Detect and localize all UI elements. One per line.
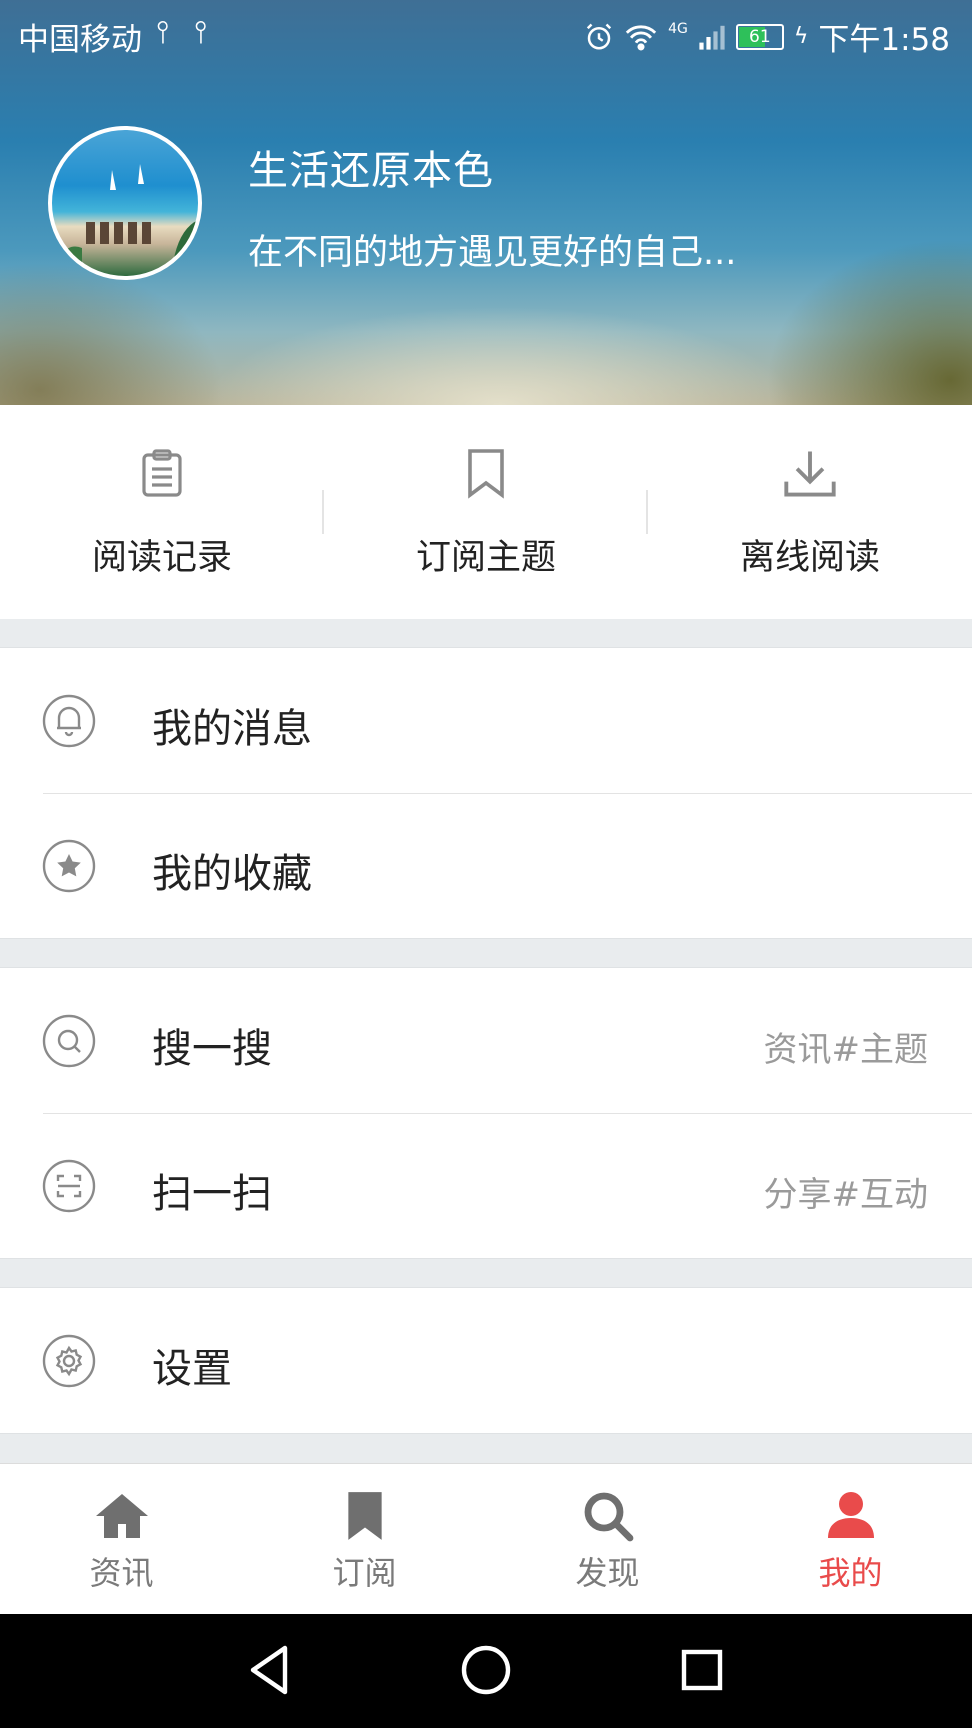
menu-item-settings[interactable]: 设置 — [0, 1288, 972, 1433]
profile-motto: 在不同的地方遇见更好的自己... — [248, 233, 737, 273]
quick-actions: 阅读记录 订阅主题 离线阅读 — [0, 405, 972, 619]
menu-item-search[interactable]: 搜一搜 资讯#主题 — [0, 968, 972, 1113]
battery-level: 61 — [749, 26, 771, 47]
menu-item-hint: 资讯#主题 — [763, 1030, 929, 1070]
system-nav-bar — [0, 1614, 972, 1728]
tab-subscribe[interactable]: 订阅 — [243, 1464, 486, 1615]
profile-name: 生活还原本色 — [248, 148, 494, 194]
menu-item-label: 设置 — [152, 1346, 232, 1392]
bell-icon — [42, 694, 96, 748]
avatar[interactable] — [48, 126, 202, 280]
menu-item-messages[interactable]: 我的消息 — [0, 648, 972, 793]
search-icon — [42, 1014, 96, 1068]
tab-label: 发现 — [575, 1554, 640, 1592]
tab-me[interactable]: 我的 — [729, 1464, 972, 1615]
person-icon — [827, 1492, 874, 1538]
menu-group-settings: 设置 — [0, 1287, 972, 1434]
battery-icon: 61 — [735, 23, 784, 50]
charging-icon: ϟ — [793, 24, 809, 49]
scan-icon — [42, 1159, 96, 1213]
status-bar: 中国移动 ⫯ ⫯ 4G 61 ϟ 下午1:58 — [0, 0, 972, 66]
menu-item-label: 我的收藏 — [152, 851, 312, 897]
download-icon — [784, 451, 836, 497]
divider — [646, 490, 648, 534]
quick-action-reading-history[interactable]: 阅读记录 — [0, 405, 324, 619]
divider — [322, 490, 324, 534]
menu-item-scan[interactable]: 扫一扫 分享#互动 — [0, 1113, 972, 1258]
carrier-label: 中国移动 — [18, 22, 142, 58]
home-circle-icon[interactable] — [460, 1642, 512, 1698]
network-type-label: 4G — [668, 20, 688, 37]
gear-icon — [42, 1334, 96, 1388]
menu-item-label: 搜一搜 — [152, 1026, 272, 1072]
tab-news[interactable]: 资讯 — [0, 1464, 243, 1615]
menu-group-personal: 我的消息 我的收藏 — [0, 647, 972, 939]
quick-action-offline-reading[interactable]: 离线阅读 — [648, 405, 972, 619]
quick-action-label: 离线阅读 — [739, 538, 880, 578]
quick-action-label: 订阅主题 — [415, 538, 556, 578]
search-icon — [584, 1492, 633, 1542]
menu-item-hint: 分享#互动 — [763, 1175, 929, 1215]
bookmark-outline-icon — [468, 449, 504, 499]
tab-label: 我的 — [818, 1554, 883, 1592]
tab-label: 资讯 — [89, 1554, 154, 1592]
menu-group-tools: 搜一搜 资讯#主题 扫一扫 分享#互动 — [0, 967, 972, 1259]
bookmark-icon — [347, 1492, 382, 1540]
tab-discover[interactable]: 发现 — [486, 1464, 729, 1615]
usb-icon: ⫯ — [156, 14, 170, 50]
bottom-tab-bar: 资讯 订阅 发现 我的 — [0, 1463, 972, 1615]
back-icon[interactable] — [245, 1642, 293, 1698]
recents-icon[interactable] — [680, 1642, 724, 1698]
home-icon — [95, 1494, 148, 1538]
signal-icon — [699, 25, 725, 50]
wifi-icon — [625, 24, 657, 50]
tab-label: 订阅 — [332, 1554, 397, 1592]
usb-icon: ⫯ — [194, 14, 208, 50]
quick-action-label: 阅读记录 — [91, 538, 232, 578]
star-icon — [42, 839, 96, 893]
menu-item-label: 我的消息 — [152, 706, 312, 752]
clipboard-icon — [142, 449, 182, 497]
quick-action-subscriptions[interactable]: 订阅主题 — [324, 405, 648, 619]
alarm-icon — [586, 23, 612, 49]
menu-item-favorites[interactable]: 我的收藏 — [0, 793, 972, 938]
avatar-image — [52, 164, 198, 276]
menu-item-label: 扫一扫 — [152, 1171, 272, 1217]
clock-label: 下午1:58 — [818, 22, 950, 58]
profile-header: 中国移动 ⫯ ⫯ 4G 61 ϟ 下午1:58 生活还原本色 在不同的地方遇见更… — [0, 0, 972, 405]
